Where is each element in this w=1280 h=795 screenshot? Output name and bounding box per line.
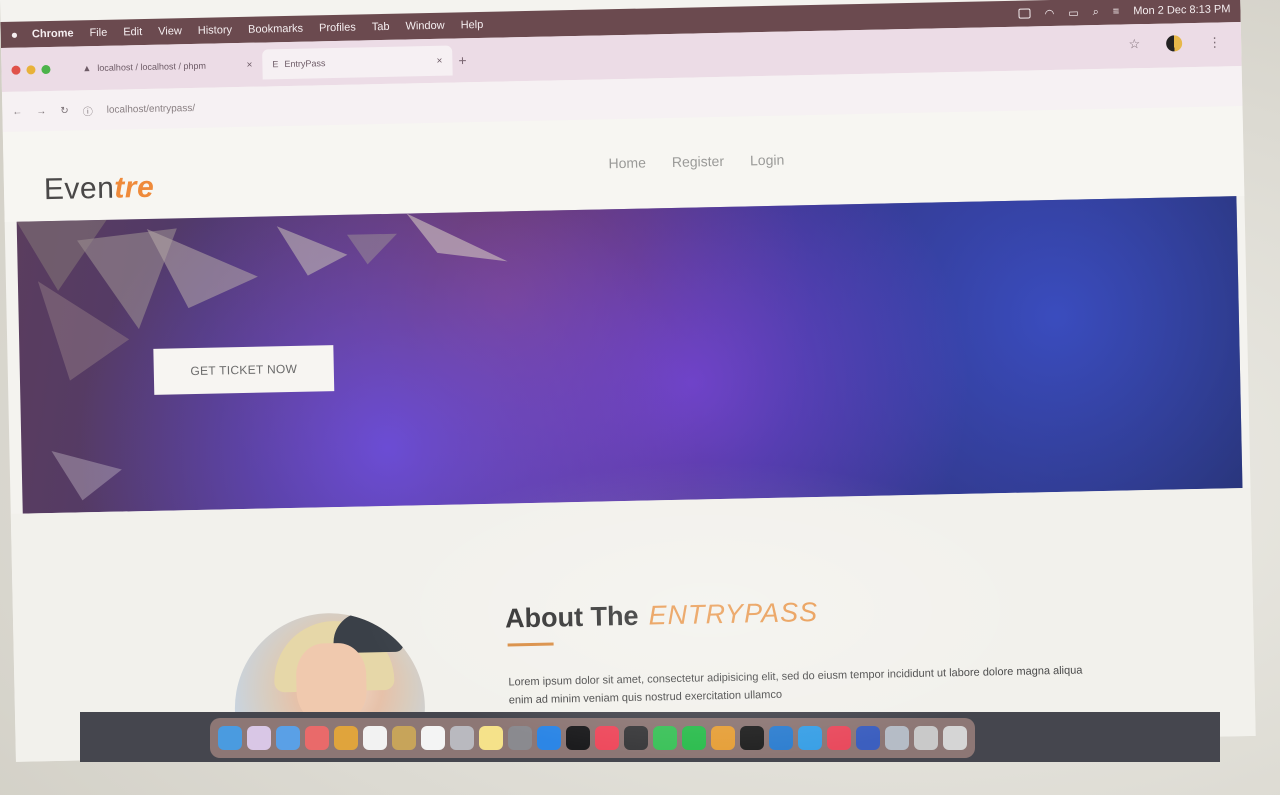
reload-icon[interactable]: ↻	[60, 105, 69, 116]
bookmark-star-icon[interactable]: ☆	[1128, 36, 1140, 52]
calendar-icon[interactable]	[363, 726, 387, 750]
about-paragraph: Lorem ipsum dolor sit amet, consectetur …	[508, 664, 1083, 707]
terminal-icon[interactable]	[740, 726, 764, 750]
site-info-icon[interactable]: ⓘ	[83, 103, 93, 118]
downloads-icon[interactable]	[914, 726, 938, 750]
get-ticket-button[interactable]: GET TICKET NOW	[153, 345, 335, 395]
music-app-icon[interactable]	[827, 726, 851, 750]
about-heading-highlight: ENTRYPASS	[648, 597, 819, 631]
safari-icon[interactable]	[798, 726, 822, 750]
tab-favicon-icon: E	[272, 59, 279, 70]
mail-icon[interactable]	[276, 726, 300, 750]
menu-file[interactable]: File	[89, 27, 107, 39]
menubar-status-area: ◠ ▭ ⌕ ≡ Mon 2 Dec 8:13 PM	[1018, 3, 1231, 20]
control-center-icon[interactable]: ≡	[1113, 6, 1120, 18]
battery-icon[interactable]: ▭	[1068, 6, 1079, 19]
menu-profiles[interactable]: Profiles	[319, 22, 356, 35]
site-logo[interactable]: Eventre	[44, 171, 155, 207]
vscode-icon[interactable]	[769, 726, 793, 750]
chrome-icon[interactable]	[334, 726, 358, 750]
tab-label: localhost / localhost / phpm	[97, 60, 207, 73]
trash-icon[interactable]	[943, 726, 967, 750]
launchpad-icon[interactable]	[247, 726, 271, 750]
forward-arrow-icon[interactable]: →	[36, 106, 46, 117]
menu-help[interactable]: Help	[461, 19, 484, 31]
about-heading-prefix: About The	[504, 600, 639, 634]
nav-login[interactable]: Login	[750, 152, 785, 169]
nav-home[interactable]: Home	[608, 155, 646, 172]
apple-icon[interactable]: ●	[11, 28, 19, 42]
url-field[interactable]: localhost/entrypass/	[107, 102, 196, 115]
tab-phpmyadmin[interactable]: ▲ localhost / localhost / phpm ×	[72, 50, 263, 84]
menu-bookmarks[interactable]: Bookmarks	[248, 23, 303, 36]
messages-icon[interactable]	[682, 726, 706, 750]
browser-toolbar-right: ☆ ⋮	[1128, 34, 1221, 52]
menu-history[interactable]: History	[198, 24, 232, 37]
close-tab-icon[interactable]: ×	[436, 55, 442, 66]
notes-icon[interactable]	[392, 726, 416, 750]
new-tab-button[interactable]: +	[458, 52, 467, 68]
about-heading-underline	[507, 642, 554, 647]
logo-accent-text: tre	[114, 170, 155, 205]
back-arrow-icon[interactable]: ←	[12, 106, 22, 117]
chrome-app-icon[interactable]	[711, 726, 735, 750]
profile-avatar-icon[interactable]	[1166, 35, 1183, 52]
reminders-icon[interactable]	[421, 726, 445, 750]
tab-entrypass[interactable]: E EntryPass ×	[262, 45, 453, 80]
finder-icon[interactable]	[218, 726, 242, 750]
menu-app-name[interactable]: Chrome	[32, 27, 74, 40]
menubar-clock[interactable]: Mon 2 Dec 8:13 PM	[1133, 3, 1230, 17]
site-nav: Home Register Login	[608, 152, 784, 172]
zoom-window-button[interactable]	[41, 64, 51, 74]
screen-share-icon[interactable]	[1018, 8, 1031, 19]
finder-window-icon[interactable]	[885, 726, 909, 750]
wifi-icon[interactable]: ◠	[1045, 6, 1055, 19]
monitor-screen: ● Chrome File Edit View History Bookmark…	[0, 0, 1256, 762]
apple-tv-icon[interactable]	[566, 726, 590, 750]
menu-view[interactable]: View	[158, 25, 182, 37]
tab-favicon-icon: ▲	[82, 63, 92, 74]
menu-window[interactable]: Window	[405, 20, 444, 33]
menu-edit[interactable]: Edit	[123, 26, 142, 38]
mac-dock	[210, 718, 975, 758]
settings-icon[interactable]	[508, 726, 532, 750]
xcode-icon[interactable]	[856, 726, 880, 750]
logo-main-text: Even	[43, 171, 115, 207]
podcasts-icon[interactable]	[624, 726, 648, 750]
music-icon[interactable]	[595, 726, 619, 750]
photos-icon[interactable]	[305, 726, 329, 750]
menu-tab[interactable]: Tab	[372, 21, 390, 33]
facetime-icon[interactable]	[653, 726, 677, 750]
about-heading: About The ENTRYPASS	[505, 597, 819, 635]
close-window-button[interactable]	[11, 65, 21, 75]
more-menu-icon[interactable]: ⋮	[1208, 34, 1221, 50]
search-icon[interactable]: ⌕	[1093, 5, 1099, 18]
minimize-window-button[interactable]	[26, 64, 36, 74]
app-store-icon[interactable]	[537, 726, 561, 750]
window-controls	[11, 64, 51, 75]
nav-register[interactable]: Register	[672, 153, 724, 170]
tab-label: EntryPass	[284, 58, 326, 70]
hero-banner: GET TICKET NOW	[16, 196, 1243, 514]
close-tab-icon[interactable]: ×	[246, 59, 252, 70]
stickies-icon[interactable]	[479, 726, 503, 750]
contacts-icon[interactable]	[450, 726, 474, 750]
